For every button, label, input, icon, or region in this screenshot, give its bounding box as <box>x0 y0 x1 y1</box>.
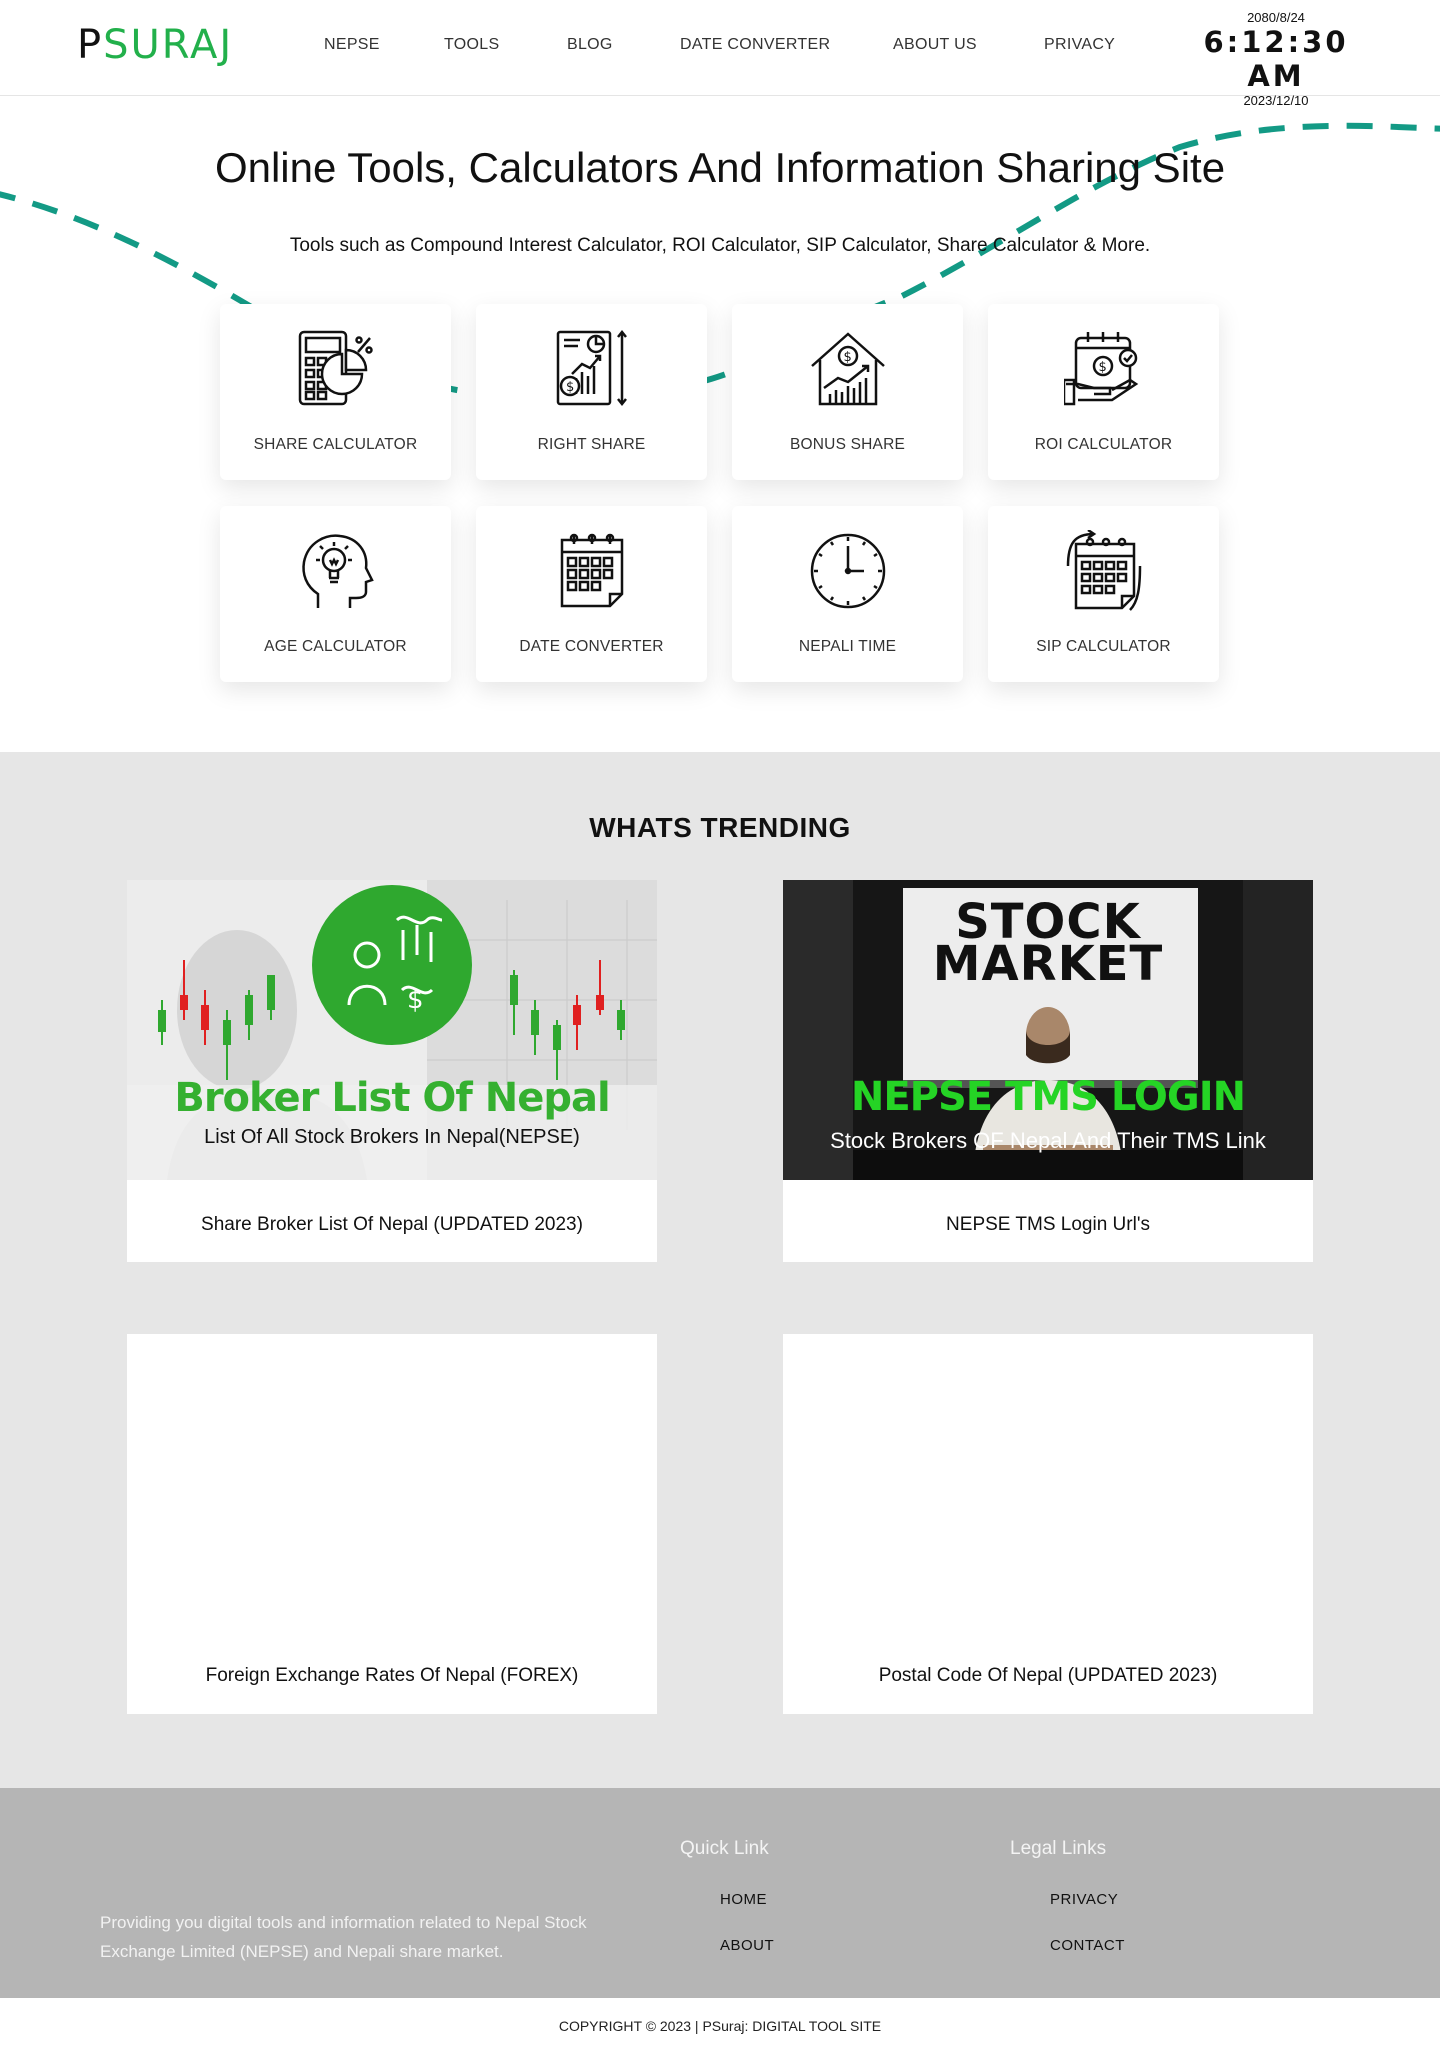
trending-post-broker-list[interactable]: $ Broker List Of Nepal List Of All Stock… <box>127 880 657 1262</box>
post-caption[interactable]: Share Broker List Of Nepal (UPDATED 2023… <box>127 1214 657 1236</box>
hero-section: Online Tools, Calculators And Informatio… <box>0 97 1440 752</box>
footer-link-home[interactable]: HOME <box>720 1891 767 1908</box>
svg-text:$: $ <box>844 350 852 365</box>
tool-label: ROI CALCULATOR <box>1034 436 1173 453</box>
nav-about-us[interactable]: ABOUT US <box>893 36 977 54</box>
footer-link-contact[interactable]: CONTACT <box>1050 1937 1125 1954</box>
tool-label: DATE CONVERTER <box>519 638 664 655</box>
post-thumbnail: $ Broker List Of Nepal List Of All Stock… <box>127 880 657 1180</box>
banner-title: NEPSE TMS LOGIN <box>850 1074 1246 1120</box>
nav-tools[interactable]: TOOLS <box>444 36 499 54</box>
site-header: PSURAJ NEPSE TOOLS BLOG DATE CONVERTER A… <box>0 0 1440 108</box>
post-caption[interactable]: NEPSE TMS Login Url's <box>783 1214 1313 1236</box>
trending-post-tms-login[interactable]: STOCK MARKET NEPSE TMS LOGIN Stock Broke… <box>783 880 1313 1262</box>
clock-icon <box>810 533 886 609</box>
banner-subtitle: Stock Brokers OF Nepal And Their TMS Lin… <box>830 1128 1266 1153</box>
trending-section: WHATS TRENDING $ Broker List Of Nepal Li… <box>0 752 1440 1788</box>
tool-card-nepali-time[interactable]: NEPALI TIME <box>732 506 963 682</box>
site-footer: Providing you digital tools and informat… <box>0 1788 1440 1998</box>
page-title: Online Tools, Calculators And Informatio… <box>214 144 1226 191</box>
svg-text:$: $ <box>1099 360 1107 375</box>
house-growth-icon: $ <box>811 332 885 406</box>
tool-label: AGE CALCULATOR <box>264 638 407 655</box>
legal-links-title: Legal Links <box>1010 1838 1107 1859</box>
report-chart-icon: $ <box>556 329 627 407</box>
trending-post-postal-code[interactable]: Postal Code Of Nepal (UPDATED 2023) <box>783 1334 1313 1714</box>
decorative-dashed-curve <box>0 122 1440 395</box>
tool-label: SIP CALCULATOR <box>1036 638 1171 655</box>
nav-blog[interactable]: BLOG <box>567 36 613 54</box>
tool-label: SHARE CALCULATOR <box>253 436 418 453</box>
head-bulb-icon <box>302 534 374 608</box>
trending-post-forex[interactable]: Foreign Exchange Rates Of Nepal (FOREX) <box>127 1334 657 1714</box>
copyright-bar: COPYRIGHT © 2023 | PSuraj: DIGITAL TOOL … <box>0 1998 1440 2057</box>
svg-text:$: $ <box>566 380 574 395</box>
calendar-refresh-icon <box>1066 530 1142 611</box>
trending-title: WHATS TRENDING <box>589 812 851 843</box>
tool-card-share-calculator[interactable]: SHARE CALCULATOR <box>220 304 451 480</box>
quick-link-title: Quick Link <box>680 1838 769 1859</box>
logo-rest: SURAJ <box>103 22 234 68</box>
footer-description: Providing you digital tools and informat… <box>100 1913 587 1961</box>
tool-label: NEPALI TIME <box>798 638 897 655</box>
banner-subtitle: List Of All Stock Brokers In Nepal(NEPSE… <box>204 1126 580 1148</box>
banner-title: Broker List Of Nepal <box>174 1075 610 1121</box>
post-caption[interactable]: Postal Code Of Nepal (UPDATED 2023) <box>783 1665 1313 1687</box>
tool-label: BONUS SHARE <box>789 436 906 453</box>
header-clock: 2080/8/24 6:12:30 AM 2023/12/10 <box>1176 10 1376 108</box>
svg-text:$: $ <box>407 985 424 1015</box>
nav-privacy[interactable]: PRIVACY <box>1044 36 1115 54</box>
tool-card-bonus-share[interactable]: $ BONUS SHARE <box>732 304 963 480</box>
post-caption[interactable]: Foreign Exchange Rates Of Nepal (FOREX) <box>127 1665 657 1687</box>
logo-first-letter: P <box>77 22 104 68</box>
site-logo[interactable]: PSURAJ <box>77 22 233 68</box>
tool-label: RIGHT SHARE <box>537 436 646 453</box>
calculator-icon <box>298 330 373 406</box>
english-date: 2023/12/10 <box>1243 93 1309 108</box>
tool-card-age-calculator[interactable]: AGE CALCULATOR <box>220 506 451 682</box>
footer-link-about[interactable]: ABOUT <box>720 1937 774 1954</box>
footer-link-privacy[interactable]: PRIVACY <box>1050 1891 1118 1908</box>
post-thumbnail: STOCK MARKET NEPSE TMS LOGIN Stock Broke… <box>783 880 1313 1180</box>
calendar-money-hand-icon: $ <box>1064 332 1139 406</box>
nepali-date: 2080/8/24 <box>1247 10 1305 25</box>
tool-card-date-converter[interactable]: DATE CONVERTER <box>476 506 707 682</box>
tool-card-right-share[interactable]: $ RIGHT SHARE <box>476 304 707 480</box>
page-subtitle: Tools such as Compound Interest Calculat… <box>289 235 1151 256</box>
tool-card-sip-calculator[interactable]: SIP CALCULATOR <box>988 506 1219 682</box>
nav-nepse[interactable]: NEPSE <box>324 36 380 54</box>
board-line-2: MARKET <box>932 936 1164 992</box>
copyright-text: COPYRIGHT © 2023 | PSuraj: DIGITAL TOOL … <box>558 2018 882 2034</box>
nav-date-converter[interactable]: DATE CONVERTER <box>680 36 830 54</box>
calendar-icon <box>560 533 624 608</box>
tool-card-roi-calculator[interactable]: $ ROI CALCULATOR <box>988 304 1219 480</box>
current-time: 6:12:30 AM <box>1203 25 1349 93</box>
